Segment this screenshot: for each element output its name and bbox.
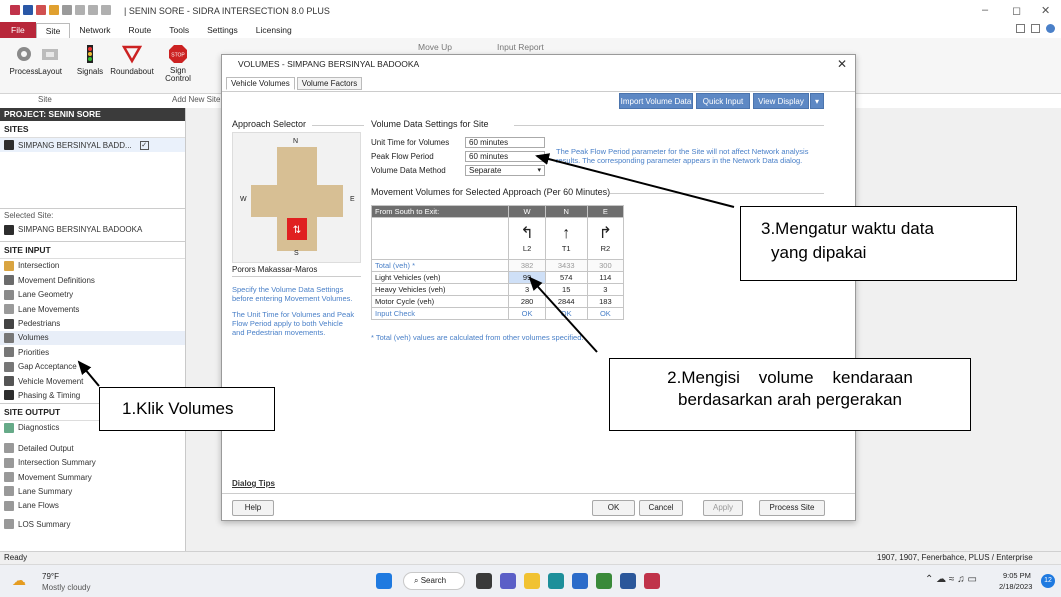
status-bar: Ready 1907, 1907, Fenerbahce, PLUS / Ent…	[0, 551, 1061, 564]
status-license: 1907, 1907, Fenerbahce, PLUS / Enterpris…	[877, 553, 1033, 562]
annotation-arrows	[77, 153, 735, 387]
sidra-taskbar-icon[interactable]	[644, 573, 660, 589]
windows-start-icon[interactable]	[376, 573, 392, 589]
task-view-icon[interactable]	[476, 573, 492, 589]
annotation-click-volumes: 1.Klik Volumes	[99, 387, 275, 431]
annotation-fill-volume: 2.Mengisi volume kendaraan berdasarkan a…	[609, 358, 971, 431]
annotation-text: berdasarkan arah pergerakan	[678, 390, 902, 409]
arrow-to-time-settings	[535, 153, 735, 208]
clock-time[interactable]: 9:05 PM	[1003, 571, 1031, 580]
arrow-to-volumes	[77, 360, 100, 387]
taskbar-search[interactable]: ⌕ Search	[403, 572, 465, 590]
status-ready: Ready	[4, 553, 28, 562]
clock-date[interactable]: 2/18/2023	[999, 582, 1032, 591]
annotation-text: 2.Mengisi volume kendaraan	[667, 368, 913, 387]
teams-icon[interactable]	[500, 573, 516, 589]
arrow-to-volume-table	[528, 276, 598, 353]
weather-temp: 79°F	[42, 572, 59, 581]
annotation-set-time: 3.Mengatur waktu data yang dipakai	[740, 206, 1017, 281]
annotation-text: 1.Klik Volumes	[122, 399, 234, 418]
notification-badge[interactable]: 12	[1041, 574, 1055, 588]
word-icon[interactable]	[620, 573, 636, 589]
system-tray-icons[interactable]: ⌃ ☁ ≈ ♫ ▭	[925, 574, 977, 585]
edge-icon[interactable]	[548, 573, 564, 589]
file-explorer-icon[interactable]	[524, 573, 540, 589]
annotation-text: 3.Mengatur waktu data	[761, 219, 934, 238]
annotation-text: yang dipakai	[771, 243, 867, 262]
chrome-icon[interactable]	[596, 573, 612, 589]
mail-icon[interactable]	[572, 573, 588, 589]
weather-desc: Mostly cloudy	[42, 583, 91, 592]
weather-icon[interactable]: ☁	[12, 572, 26, 589]
search-label: Search	[420, 576, 447, 585]
taskbar: ☁ 79°F Mostly cloudy ⌕ Search ⌃ ☁ ≈ ♫ ▭ …	[0, 564, 1061, 597]
